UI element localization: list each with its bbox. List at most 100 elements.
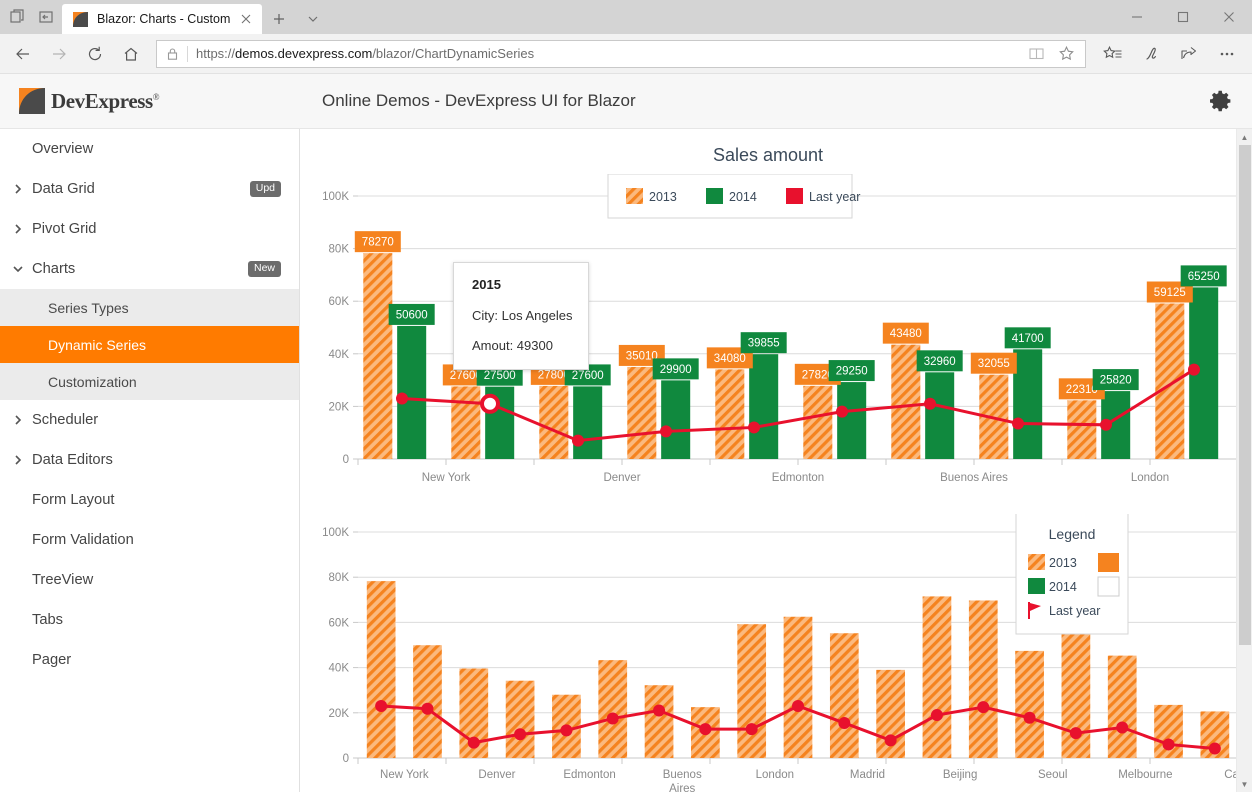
sidebar-item-label: Data Grid xyxy=(32,181,95,197)
svg-text:0: 0 xyxy=(343,454,349,466)
ellipsis-icon[interactable] xyxy=(1208,38,1246,70)
maximize-icon[interactable] xyxy=(1160,0,1206,34)
svg-text:Beijing: Beijing xyxy=(943,769,978,781)
sidebar-item-charts[interactable]: Charts New xyxy=(0,249,299,289)
svg-text:80K: 80K xyxy=(329,572,350,584)
sidebar-item-pivot-grid[interactable]: Pivot Grid xyxy=(0,209,299,249)
sidebar-item-customization[interactable]: Customization xyxy=(0,363,299,400)
app-header: DevExpress® Online Demos - DevExpress UI… xyxy=(0,74,1252,129)
toolbar-right-actions xyxy=(1094,38,1246,70)
lock-icon xyxy=(157,47,187,61)
svg-text:100K: 100K xyxy=(322,527,349,539)
forward-arrow-icon[interactable] xyxy=(42,38,76,70)
sidebar-item-label: Charts xyxy=(32,261,76,277)
svg-text:Buenos Aires: Buenos Aires xyxy=(940,472,1008,484)
home-icon[interactable] xyxy=(114,38,148,70)
svg-text:43480: 43480 xyxy=(890,328,922,340)
svg-text:London: London xyxy=(1131,472,1169,484)
browser-toolbar: https://demos.devexpress.com/blazor/Char… xyxy=(0,34,1252,74)
set-aside-tabs-icon[interactable] xyxy=(38,8,56,26)
address-bar-divider xyxy=(187,45,188,62)
sidebar-item-data-editors[interactable]: Data Editors xyxy=(0,440,299,480)
svg-text:New York: New York xyxy=(380,769,429,781)
sidebar-item-tabs[interactable]: Tabs xyxy=(0,600,299,640)
web-page: DevExpress® Online Demos - DevExpress UI… xyxy=(0,74,1252,792)
book-icon[interactable] xyxy=(1021,41,1051,67)
minimize-icon[interactable] xyxy=(1114,0,1160,34)
tabs-preview-icon[interactable] xyxy=(8,8,26,26)
sidebar-item-data-grid[interactable]: Data Grid Upd xyxy=(0,169,299,209)
tab-close-icon[interactable] xyxy=(238,11,254,27)
sidebar-item-label: Customization xyxy=(48,373,137,390)
chart-top-svg[interactable]: 020K40K60K80K100K782705060027600 27500 278… xyxy=(300,173,1236,509)
svg-text:50600: 50600 xyxy=(396,309,428,321)
chevron-right-icon xyxy=(12,183,24,195)
chart-heading: Sales amount xyxy=(712,145,824,165)
svg-text:Melbourne: Melbourne xyxy=(1118,769,1172,781)
sidebar-item-treeview[interactable]: TreeView xyxy=(0,560,299,600)
chart-legend-bottom[interactable]: Legend 2013 2014 Last year xyxy=(1015,509,1129,635)
devexpress-favicon xyxy=(72,11,89,28)
tooltip-title: 2015 xyxy=(472,277,501,292)
sidebar-item-label: Overview xyxy=(32,141,94,157)
svg-text:29250: 29250 xyxy=(836,366,868,378)
chart-bottom-svg[interactable]: 0 20K 40K 60K 80K 100K New York Denver Edmonton B… xyxy=(300,509,1236,792)
svg-text:34080: 34080 xyxy=(714,353,746,365)
back-arrow-icon[interactable] xyxy=(6,38,40,70)
svg-text:Madrid: Madrid xyxy=(850,769,885,781)
chevron-down-icon xyxy=(12,263,24,275)
sidebar-item-form-validation[interactable]: Form Validation xyxy=(0,520,299,560)
browser-tab-active[interactable]: Blazor: Charts - Custom xyxy=(62,4,263,34)
svg-text:London: London xyxy=(756,769,794,781)
chart-legend-top[interactable]: 2013 2014 Last year xyxy=(607,173,860,219)
svg-text:Aires: Aires xyxy=(669,783,695,792)
pen-icon[interactable] xyxy=(1132,38,1170,70)
new-tab-button[interactable] xyxy=(262,4,296,34)
address-bar[interactable]: https://demos.devexpress.com/blazor/Char… xyxy=(156,39,1086,68)
scrollbar-thumb[interactable] xyxy=(1239,145,1251,645)
star-icon[interactable] xyxy=(1051,41,1081,67)
sidebar-item-label: Pivot Grid xyxy=(32,221,97,237)
address-bar-actions xyxy=(1021,41,1081,67)
devexpress-logo-icon xyxy=(18,87,46,115)
favorites-list-icon[interactable] xyxy=(1094,38,1132,70)
chevron-right-icon xyxy=(12,414,24,426)
sidebar-item-scheduler[interactable]: Scheduler xyxy=(0,400,299,440)
chart-sales-amount-bottom: 0 20K 40K 60K 80K 100K New York Denver Edmonton B… xyxy=(300,509,1236,792)
share-icon[interactable] xyxy=(1170,38,1208,70)
svg-text:Buenos: Buenos xyxy=(663,769,702,781)
svg-text:Edmonton: Edmonton xyxy=(563,769,615,781)
svg-text:Edmonton: Edmonton xyxy=(772,472,824,484)
sidebar-item-series-types[interactable]: Series Types xyxy=(0,289,299,326)
svg-text:2013: 2013 xyxy=(649,190,677,204)
svg-text:Seoul: Seoul xyxy=(1038,769,1067,781)
tooltip-city: City: Los Angeles xyxy=(472,308,573,323)
browser-titlebar: Blazor: Charts - Custom xyxy=(0,0,1252,34)
gear-icon[interactable] xyxy=(1208,88,1234,114)
page-scrollbar[interactable]: ▲ ▼ xyxy=(1236,129,1252,792)
sidebar-item-label: Form Validation xyxy=(32,532,134,548)
svg-text:60K: 60K xyxy=(329,296,350,308)
scroll-up-arrow-icon[interactable]: ▲ xyxy=(1237,129,1252,145)
refresh-icon[interactable] xyxy=(78,38,112,70)
sidebar-item-label: Tabs xyxy=(32,612,64,628)
sidebar-item-dynamic-series[interactable]: Dynamic Series xyxy=(0,326,299,363)
svg-text:80K: 80K xyxy=(329,244,350,256)
svg-text:27500: 27500 xyxy=(484,370,516,382)
svg-text:20K: 20K xyxy=(329,708,350,720)
svg-text:Last year: Last year xyxy=(809,190,860,204)
svg-text:New York: New York xyxy=(422,472,471,484)
scroll-down-arrow-icon[interactable]: ▼ xyxy=(1237,776,1252,792)
svg-text:27600: 27600 xyxy=(572,370,604,382)
devexpress-logo[interactable]: DevExpress® xyxy=(18,87,300,115)
sidebar-item-pager[interactable]: Pager xyxy=(0,640,299,680)
tab-menu-chevron-down-icon[interactable] xyxy=(296,4,330,34)
sidebar-item-label: Pager xyxy=(32,652,72,668)
sidebar-item-overview[interactable]: Overview xyxy=(0,129,299,169)
sidebar-item-label: Scheduler xyxy=(32,412,99,428)
sidebar-item-form-layout[interactable]: Form Layout xyxy=(0,480,299,520)
svg-text:39855: 39855 xyxy=(748,338,780,350)
close-icon[interactable] xyxy=(1206,0,1252,34)
address-bar-url: https://demos.devexpress.com/blazor/Char… xyxy=(196,46,535,61)
svg-text:60K: 60K xyxy=(329,617,350,629)
